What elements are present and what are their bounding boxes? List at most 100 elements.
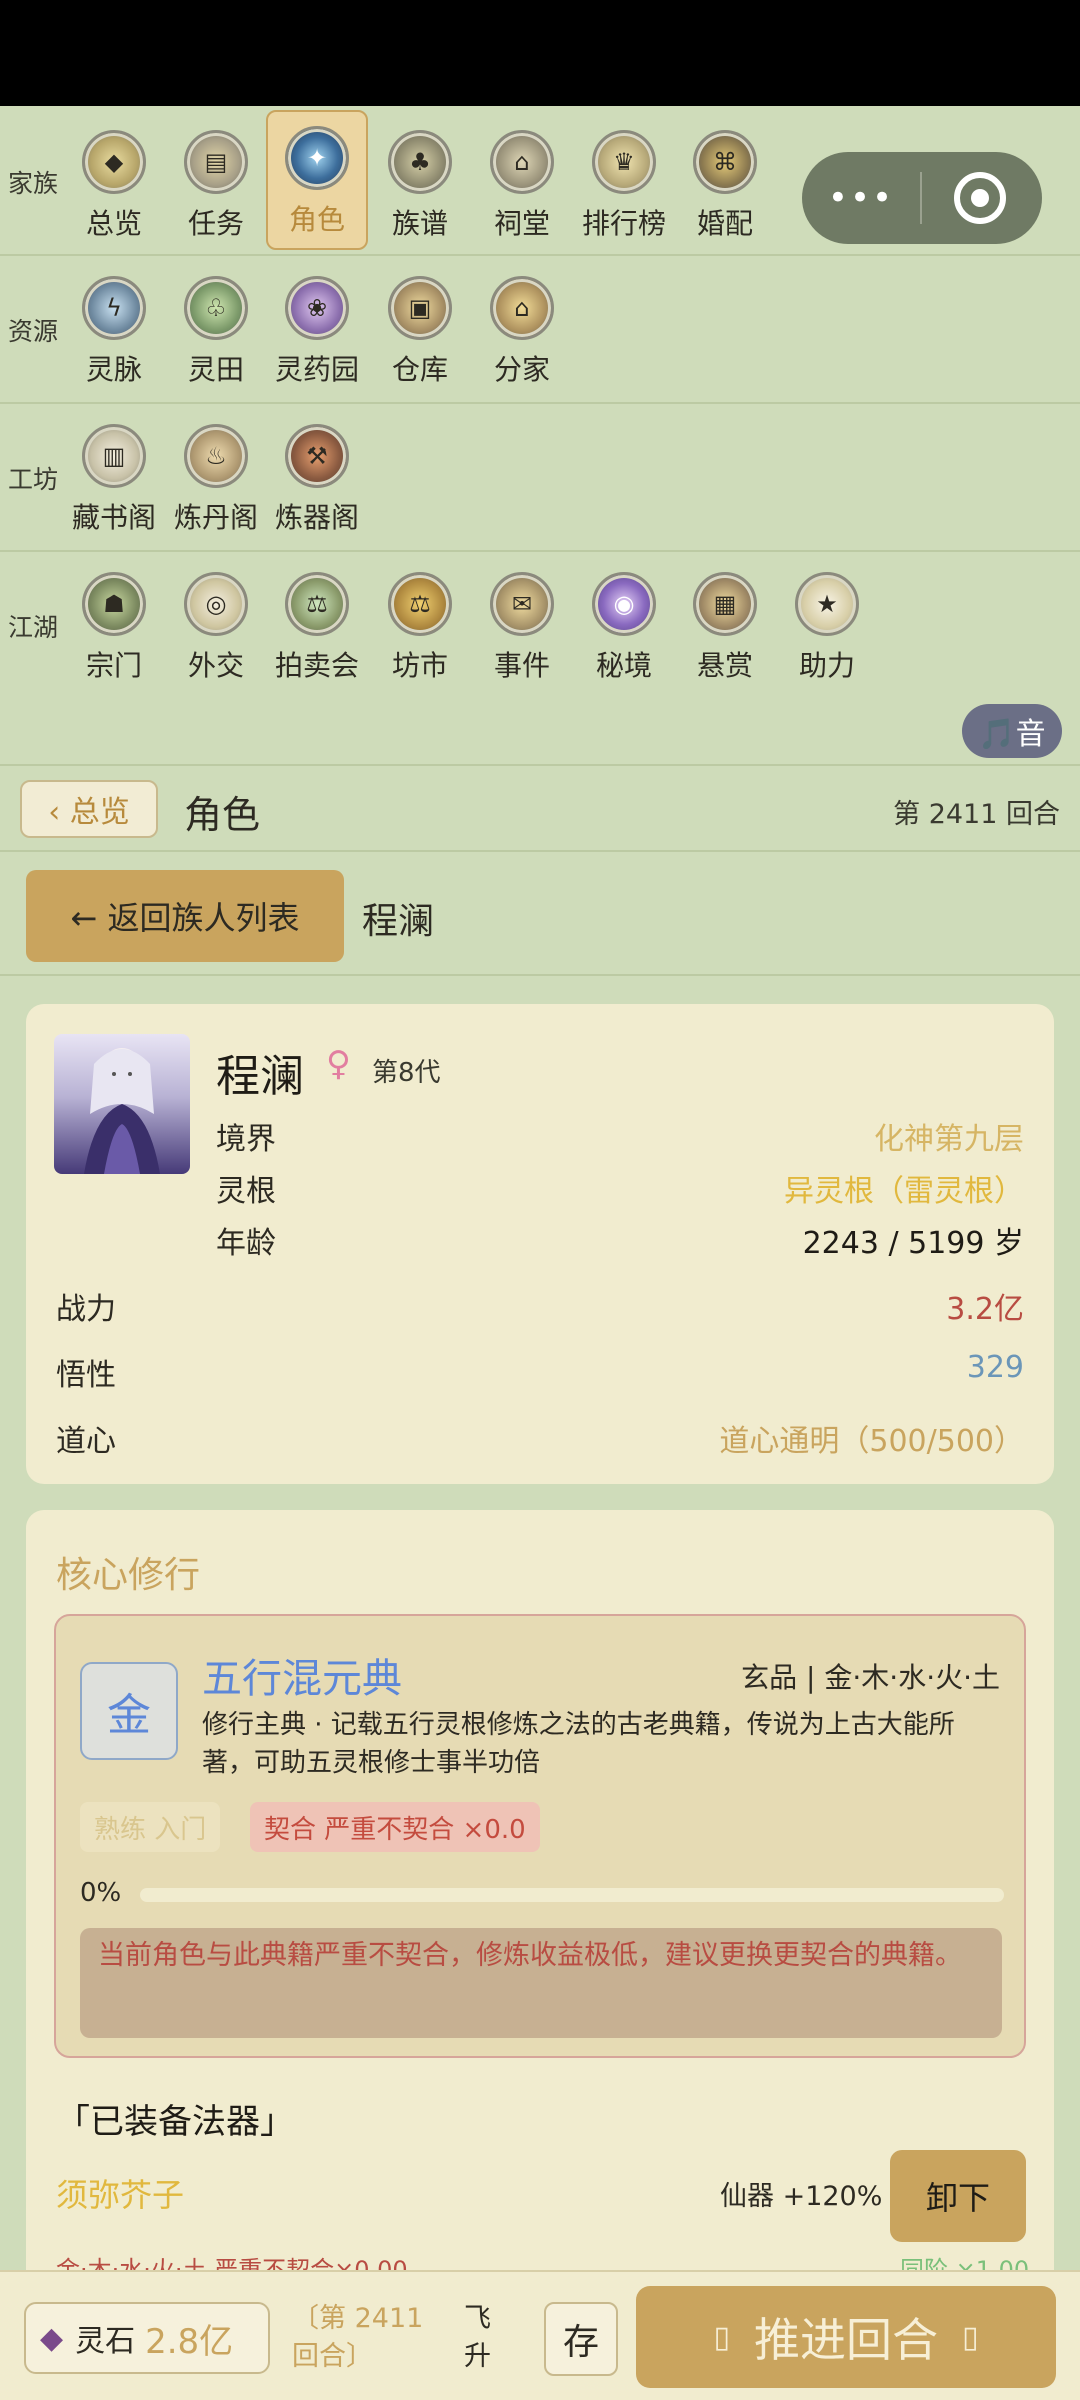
back-to-overview-button[interactable]: ‹ 总览 [20,780,158,838]
decor-right-icon: ▯ [962,2319,979,2355]
marriage-icon: ⌘ [693,130,757,194]
power-value: 3.2亿 [946,1292,1024,1327]
spirit-root-row: 灵根 异灵根（雷灵根） [216,1166,1024,1210]
nav-item-spirit-vein[interactable]: ϟ 灵脉 [63,276,165,388]
age-value: 2243 / 5199 岁 [802,1226,1024,1261]
cultivation-manual-panel[interactable]: 金 五行混元典 玄品 | 金·木·水·火·土 修行主典 · 记载五行灵根修炼之法… [54,1614,1026,2058]
auction-icon: ⚖ [285,572,349,636]
nav-item-alchemy[interactable]: ♨ 炼丹阁 [165,424,267,536]
nav-item-herb-garden[interactable]: ❀ 灵药园 [266,276,368,388]
equipped-artifact-title: 「已装备法器」 [56,2102,294,2142]
ascend-label: 升 [464,2341,491,2372]
nav-item-label: 事件 [493,649,550,682]
nav-item-secret-realm[interactable]: ◉ 秘境 [573,572,675,684]
nav-item-label: 助力 [798,649,855,682]
age-label: 年龄 [216,1226,276,1261]
nav-item-task[interactable]: ▤ 任务 [165,130,267,242]
event-icon: ✉ [490,572,554,636]
female-gender-icon: ♀ [326,1044,351,1084]
spirit-stone-label: 灵石 [75,2324,136,2359]
nav-item-label: 婚配 [696,207,753,240]
back-to-member-list-button[interactable]: ← 返回族人列表 [26,870,344,962]
dao-heart-value: 道心通明（500/500） [719,1424,1024,1459]
nav-item-label: 总览 [85,207,142,240]
nav-item-overview[interactable]: ◆ 总览 [63,130,165,242]
comprehension-label: 悟性 [56,1358,116,1393]
spirit-stone-balance[interactable]: ◆ 灵石 2.8亿 [24,2302,270,2374]
nav-item-event[interactable]: ✉ 事件 [471,572,573,684]
save-button[interactable]: 存 [544,2302,618,2376]
proficiency-tag: 熟练 入门 [80,1802,221,1852]
avatar[interactable] [54,1034,190,1174]
character-name-heading: 程澜 [362,901,435,942]
sect-icon: ☗ [82,572,146,636]
comprehension-row: 悟性 329 [56,1350,1024,1394]
task-icon: ▤ [184,130,248,194]
power-label: 战力 [56,1292,116,1327]
nav-item-label: 排行榜 [581,207,666,240]
nav-item-label: 悬赏 [696,649,753,682]
nav-item-character[interactable]: ✦ 角色 [266,110,368,250]
nav-item-sect[interactable]: ☗ 宗门 [63,572,165,684]
library-icon: ▥ [82,424,146,488]
unequip-button[interactable]: 卸下 [890,2150,1026,2242]
diplomacy-icon: ◎ [184,572,248,636]
element-badge: 金 [80,1662,178,1760]
nav-item-label: 坊市 [391,649,448,682]
spirit-vein-icon: ϟ [82,276,146,340]
capsule-divider [920,172,922,224]
nav-item-label: 外交 [187,649,244,682]
round-counter: 第 2411 回合 [893,799,1060,830]
nav-item-library[interactable]: ▥ 藏书阁 [63,424,165,536]
secret-realm-icon: ◉ [592,572,656,636]
more-menu-icon[interactable]: ••• [802,178,920,218]
bounty-icon: ▦ [693,572,757,636]
progress-percent: 0% [80,1878,122,1908]
warehouse-icon: ▣ [388,276,452,340]
nav-item-branch-family[interactable]: ⌂ 分家 [471,276,573,388]
boost-icon: ★ [795,572,859,636]
realm-row: 境界 化神第九层 [216,1114,1024,1158]
generation-label: 第8代 [372,1058,441,1088]
nav-category-label: 家族 [8,169,59,198]
close-mini-program-icon[interactable] [954,172,1006,224]
spirit-stone-icon: ◆ [40,2320,64,2356]
nav-item-bounty[interactable]: ▦ 悬赏 [674,572,776,684]
ascend-button[interactable]: 飞 升 [464,2300,491,2376]
nav-item-warehouse[interactable]: ▣ 仓库 [369,276,471,388]
nav-item-genealogy[interactable]: ♣ 族谱 [369,130,471,242]
nav-row-jianghu: 江湖 ☗ 宗门 ◎ 外交 ⚖ 拍卖会 ⚖ 坊市 ✉ 事件 ◉ 秘境 ▦ 悬赏 ★… [0,552,1080,766]
nav-category-label: 资源 [8,317,59,346]
nav-item-label: 角色 [288,203,345,236]
manual-name[interactable]: 五行混元典 [202,1646,402,1704]
nav-item-auction[interactable]: ⚖ 拍卖会 [266,572,368,684]
nav-item-label: 灵脉 [85,353,142,386]
nav-item-forge[interactable]: ⚒ 炼器阁 [266,424,368,536]
page-header: ‹ 总览 角色 第 2411 回合 [0,766,1080,852]
nav-item-spirit-field[interactable]: ♧ 灵田 [165,276,267,388]
music-toggle-button[interactable]: 🎵音 [962,704,1062,758]
nav-item-label: 炼丹阁 [173,501,258,534]
nav-row-workshop: 工坊 ▥ 藏书阁 ♨ 炼丹阁 ⚒ 炼器阁 [0,404,1080,552]
advance-round-button[interactable]: ▯ 推进回合 ▯ [636,2286,1056,2388]
spirit-root-label: 灵根 [216,1174,276,1209]
core-cultivation-card: 核心修行 金 五行混元典 玄品 | 金·木·水·火·土 修行主典 · 记载五行灵… [26,1510,1054,2290]
power-row: 战力 3.2亿 [56,1284,1024,1328]
dao-heart-row: 道心 道心通明（500/500） [56,1416,1024,1460]
nav-category-label: 工坊 [8,465,59,494]
nav-item-market[interactable]: ⚖ 坊市 [369,572,471,684]
genealogy-icon: ♣ [388,130,452,194]
artifact-name[interactable]: 须弥芥子 [56,2170,184,2216]
character-profile-card: 程澜 ♀ 第8代 境界 化神第九层 灵根 异灵根（雷灵根） 年龄 2243 / … [26,1004,1054,1484]
section-title: 核心修行 [56,1555,201,1596]
nav-item-label: 拍卖会 [274,649,359,682]
ascend-label: 飞 [464,2303,491,2334]
nav-item-label: 秘境 [595,649,652,682]
nav-item-marriage[interactable]: ⌘ 婚配 [674,130,776,242]
nav-item-shrine[interactable]: ⌂ 祠堂 [471,130,573,242]
nav-item-ranking[interactable]: ♛ 排行榜 [573,130,675,242]
nav-item-diplomacy[interactable]: ◎ 外交 [165,572,267,684]
branch-family-icon: ⌂ [490,276,554,340]
nav-item-label: 灵田 [187,353,244,386]
nav-item-boost[interactable]: ★ 助力 [776,572,878,684]
